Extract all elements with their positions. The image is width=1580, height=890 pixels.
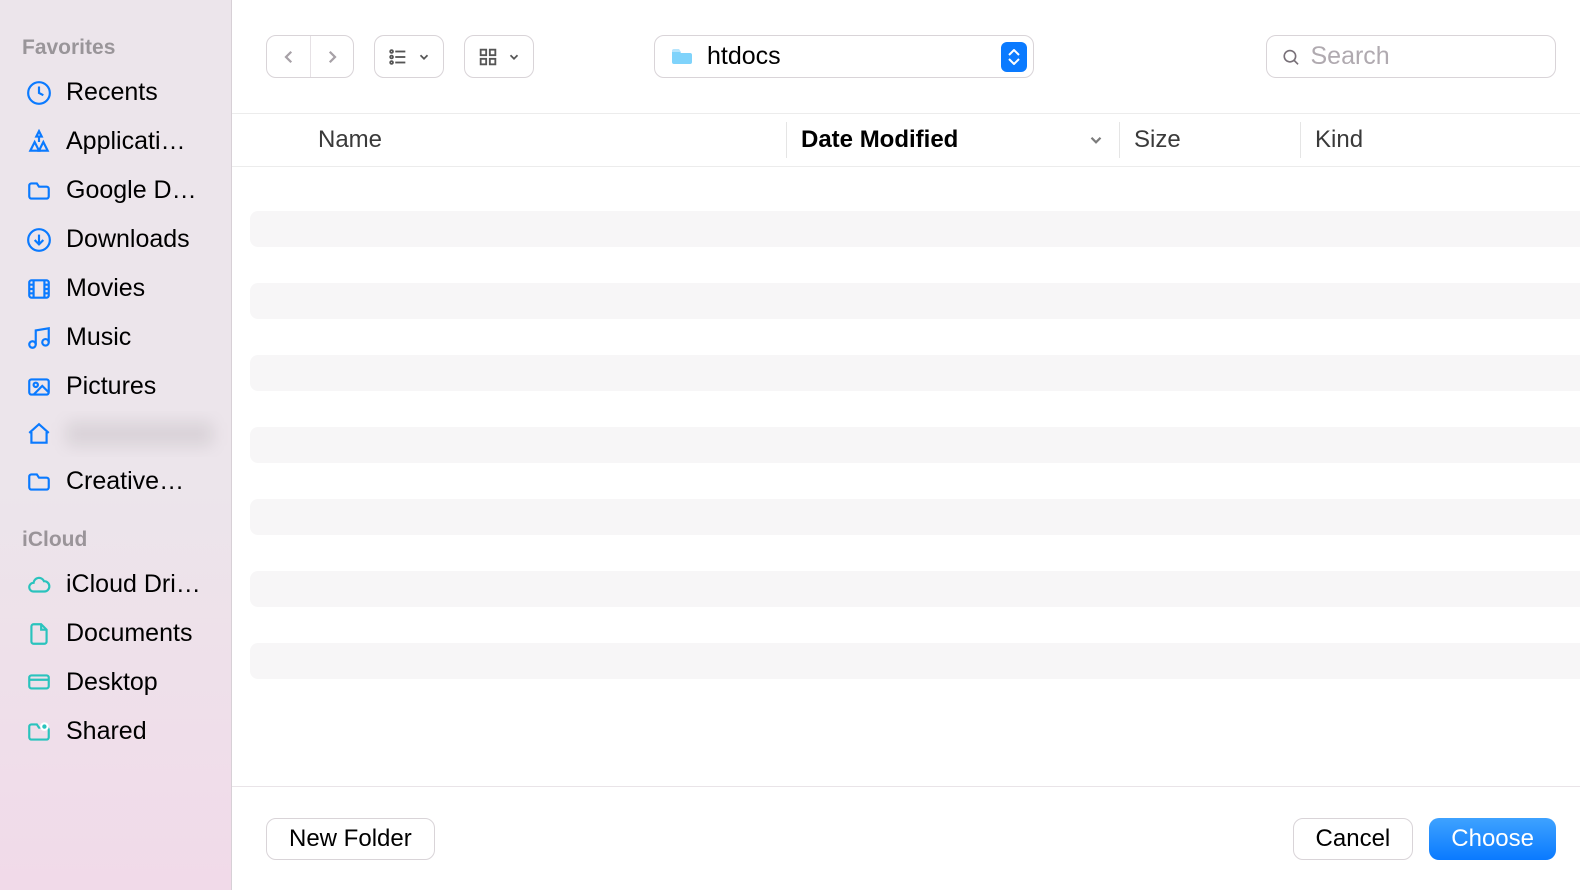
film-icon — [26, 276, 52, 302]
sidebar-item-label: Recents — [66, 78, 213, 107]
sidebar-item-applications[interactable]: Applicati… — [0, 117, 231, 166]
file-list[interactable] — [232, 167, 1580, 787]
download-icon — [26, 227, 52, 253]
view-mode-button[interactable] — [374, 35, 444, 78]
folder-popup-stepper-icon — [1001, 42, 1027, 72]
shared-icon — [26, 719, 52, 745]
file-row-placeholder — [250, 211, 1580, 247]
file-row-placeholder — [250, 499, 1580, 535]
current-folder-popup[interactable]: htdocs — [654, 35, 1034, 78]
desktop-icon — [26, 670, 52, 696]
col-header-date-label: Date Modified — [801, 126, 958, 154]
sidebar-item-desktop[interactable]: Desktop — [0, 658, 231, 707]
sidebar-item-label: Applicati… — [66, 127, 213, 156]
choose-button[interactable]: Choose — [1429, 818, 1556, 860]
file-row-placeholder — [250, 283, 1580, 319]
current-folder-label: htdocs — [707, 42, 989, 71]
sidebar-item-recents[interactable]: Recents — [0, 68, 231, 117]
chevron-right-icon — [323, 48, 341, 66]
sidebar-item-shared[interactable]: Shared — [0, 707, 231, 756]
forward-button[interactable] — [310, 36, 353, 77]
sidebar-item-google-drive[interactable]: Google D… — [0, 166, 231, 215]
grid-icon — [477, 46, 499, 68]
music-icon — [26, 325, 52, 351]
arrange-mode-button[interactable] — [464, 35, 534, 78]
sidebar-item-label: Google D… — [66, 176, 213, 205]
sidebar-item-downloads[interactable]: Downloads — [0, 215, 231, 264]
bottom-bar: New Folder Cancel Choose — [232, 787, 1580, 890]
sidebar-item-icloud-drive[interactable]: iCloud Dri… — [0, 560, 231, 609]
back-button[interactable] — [267, 36, 310, 77]
col-header-name[interactable]: Name — [318, 126, 786, 154]
sidebar-item-movies[interactable]: Movies — [0, 264, 231, 313]
sidebar-section-title-favorites: Favorites — [0, 28, 231, 68]
sidebar-item-label: Movies — [66, 274, 213, 303]
sidebar-item-label: Pictures — [66, 372, 213, 401]
cloud-icon — [26, 572, 52, 598]
sidebar-item-label: Documents — [66, 619, 213, 648]
column-header: Name Date Modified Size Kind — [232, 113, 1580, 167]
chevron-down-icon — [1087, 131, 1105, 149]
folder-icon — [26, 178, 52, 204]
cancel-button[interactable]: Cancel — [1293, 818, 1414, 860]
col-header-date[interactable]: Date Modified — [787, 126, 1119, 154]
apps-icon — [26, 129, 52, 155]
main: htdocs Name Date Modified Size Kind — [232, 0, 1580, 890]
chevron-down-icon — [507, 50, 521, 64]
doc-icon — [26, 621, 52, 647]
folder-icon — [26, 469, 52, 495]
search-box[interactable] — [1266, 35, 1556, 78]
home-icon — [26, 421, 52, 447]
file-row-placeholder — [250, 571, 1580, 607]
list-icon — [387, 46, 409, 68]
sidebar-item-label: Creative… — [66, 467, 213, 496]
image-icon — [26, 374, 52, 400]
folder-icon — [667, 45, 695, 69]
sidebar-item-label: Downloads — [66, 225, 213, 254]
chevron-left-icon — [280, 48, 298, 66]
search-input[interactable] — [1311, 42, 1542, 71]
sidebar-item-label: Shared — [66, 717, 213, 746]
sidebar-item-documents[interactable]: Documents — [0, 609, 231, 658]
file-row-placeholder — [250, 427, 1580, 463]
sidebar-item-label: Desktop — [66, 668, 213, 697]
col-header-size[interactable]: Size — [1120, 126, 1300, 154]
clock-icon — [26, 80, 52, 106]
sidebar-item-creative[interactable]: Creative… — [0, 457, 231, 506]
chevron-down-icon — [417, 50, 431, 64]
search-icon — [1281, 46, 1301, 68]
file-row-placeholder — [250, 643, 1580, 679]
sidebar-item-pictures[interactable]: Pictures — [0, 362, 231, 411]
sidebar-item-label: iCloud Dri… — [66, 570, 213, 599]
sidebar-section-title-icloud: iCloud — [0, 520, 231, 560]
col-header-kind[interactable]: Kind — [1301, 126, 1363, 154]
sidebar-item-label: Music — [66, 323, 213, 352]
sidebar-item-home[interactable] — [0, 411, 231, 457]
nav-back-forward — [266, 35, 354, 78]
toolbar: htdocs — [232, 0, 1580, 113]
new-folder-button[interactable]: New Folder — [266, 818, 435, 860]
file-row-placeholder — [250, 355, 1580, 391]
sidebar-item-label-redacted — [66, 422, 213, 446]
sidebar-item-music[interactable]: Music — [0, 313, 231, 362]
sidebar: Favorites Recents Applicati… Google D… D… — [0, 0, 232, 890]
